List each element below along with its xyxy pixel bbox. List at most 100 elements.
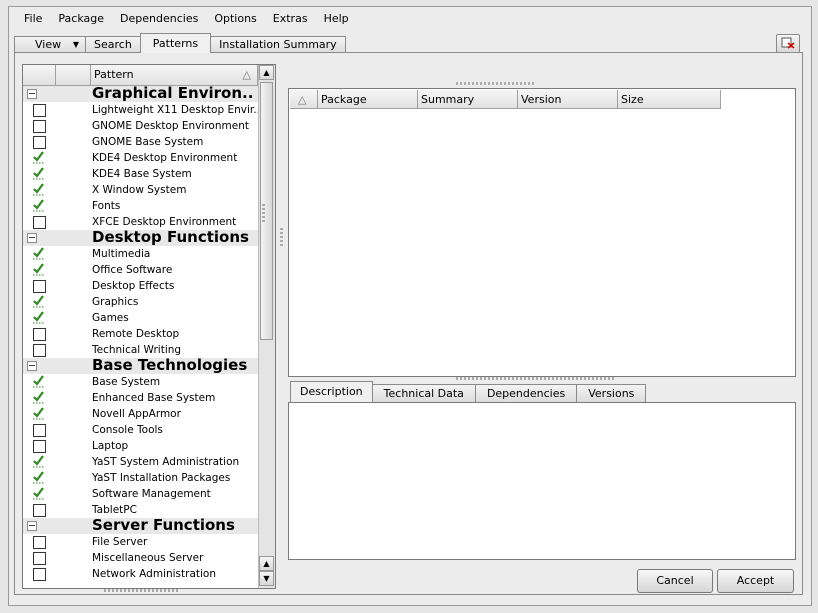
tab-dependencies[interactable]: Dependencies (474, 384, 578, 402)
checkbox[interactable] (33, 280, 46, 293)
checkmark-icon[interactable] (32, 406, 46, 420)
pattern-row[interactable]: KDE4 Base System (23, 166, 258, 182)
checkbox[interactable] (33, 120, 46, 133)
checkmark-icon[interactable] (32, 454, 46, 468)
splitter-grip-middle[interactable] (456, 377, 616, 380)
view-tab-bar: View ▼ Search Patterns Installation Summ… (14, 33, 346, 53)
close-tab-button[interactable] (776, 34, 800, 53)
checkbox[interactable] (33, 440, 46, 453)
collapse-toggle-icon[interactable] (27, 521, 37, 531)
checkmark-icon[interactable] (32, 262, 46, 276)
checkbox[interactable] (33, 216, 46, 229)
pattern-row[interactable]: GNOME Desktop Environment (23, 118, 258, 134)
collapse-toggle-icon[interactable] (27, 233, 37, 243)
menu-options[interactable]: Options (206, 11, 264, 27)
checkbox[interactable] (33, 424, 46, 437)
cancel-button[interactable]: Cancel (637, 569, 713, 593)
checkmark-icon[interactable] (32, 294, 46, 308)
status-column-header[interactable] (23, 65, 56, 85)
description-pane[interactable] (288, 402, 796, 560)
column-version[interactable]: Version (518, 90, 618, 109)
menu-help[interactable]: Help (316, 11, 357, 27)
checkbox[interactable] (33, 104, 46, 117)
checkbox[interactable] (33, 328, 46, 341)
column-size[interactable]: Size (618, 90, 721, 109)
pattern-row[interactable]: X Window System (23, 182, 258, 198)
accept-button[interactable]: Accept (717, 569, 794, 593)
pattern-row[interactable]: Graphics (23, 294, 258, 310)
column-summary[interactable]: Summary (418, 90, 518, 109)
checkmark-icon[interactable] (32, 374, 46, 388)
checkmark-icon[interactable] (32, 470, 46, 484)
menu-package[interactable]: Package (50, 11, 112, 27)
scroll-up-arrow-icon[interactable]: ▲ (259, 65, 274, 80)
pattern-row[interactable]: File Server (23, 534, 258, 550)
pattern-column-header[interactable]: Pattern △ (91, 65, 258, 85)
pattern-row[interactable]: Office Software (23, 262, 258, 278)
menu-extras[interactable]: Extras (265, 11, 316, 27)
splitter-grip-bottom[interactable] (104, 589, 180, 592)
pattern-row[interactable]: Fonts (23, 198, 258, 214)
checkmark-icon[interactable] (32, 182, 46, 196)
checkbox[interactable] (33, 568, 46, 581)
checkbox[interactable] (33, 344, 46, 357)
scroll-down-arrow-icon[interactable]: ▼ (259, 571, 274, 586)
tab-versions[interactable]: Versions (576, 384, 647, 402)
menu-file[interactable]: File (16, 11, 50, 27)
pattern-row[interactable]: Miscellaneous Server (23, 550, 258, 566)
collapse-toggle-icon[interactable] (27, 89, 37, 99)
pattern-row[interactable]: Games (23, 310, 258, 326)
pattern-category[interactable]: Graphical Environ... (23, 84, 258, 102)
checkbox[interactable] (33, 552, 46, 565)
scroll-up-arrow-icon-lower[interactable]: ▲ (259, 556, 274, 571)
pattern-row[interactable]: Remote Desktop (23, 326, 258, 342)
tab-search[interactable]: Search (85, 36, 141, 53)
pattern-row[interactable]: Laptop (23, 438, 258, 454)
checkbox[interactable] (33, 536, 46, 549)
splitter-grip-side[interactable] (262, 202, 265, 222)
pattern-row[interactable]: Network Administration (23, 566, 258, 582)
pattern-row[interactable]: Software Management (23, 486, 258, 502)
pattern-row[interactable]: YaST System Administration (23, 454, 258, 470)
pattern-list[interactable]: Pattern △ Graphical Environ... Lightweigh… (22, 64, 276, 589)
pattern-row[interactable]: Console Tools (23, 422, 258, 438)
menu-dependencies[interactable]: Dependencies (112, 11, 206, 27)
pattern-row[interactable]: Novell AppArmor (23, 406, 258, 422)
pattern-row[interactable]: Base System (23, 374, 258, 390)
view-dropdown-button[interactable]: View ▼ (14, 36, 86, 53)
pattern-row[interactable]: Multimedia (23, 246, 258, 262)
column-package[interactable]: Package (318, 90, 418, 109)
pattern-row[interactable]: Lightweight X11 Desktop Envir... (23, 102, 263, 118)
checkmark-icon[interactable] (32, 198, 46, 212)
pattern-row[interactable]: GNOME Base System (23, 134, 258, 150)
checkbox[interactable] (33, 136, 46, 149)
status-sort-column[interactable]: △ (290, 90, 318, 109)
pattern-list-scrollbar[interactable]: ▲ ▲ ▼ (258, 65, 275, 588)
icon-column-header[interactable] (56, 65, 91, 85)
checkmark-icon[interactable] (32, 486, 46, 500)
package-table[interactable]: △ Package Summary Version Size (288, 88, 796, 377)
pattern-row[interactable]: Desktop Effects (23, 278, 258, 294)
checkmark-icon[interactable] (32, 390, 46, 404)
pattern-category[interactable]: Desktop Functions (23, 228, 258, 246)
tab-technical-data[interactable]: Technical Data (371, 384, 476, 402)
checkmark-icon[interactable] (32, 150, 46, 164)
tab-patterns[interactable]: Patterns (139, 33, 212, 53)
tab-installation-summary[interactable]: Installation Summary (210, 36, 346, 53)
pattern-row[interactable]: Enhanced Base System (23, 390, 258, 406)
pattern-label: Network Administration (92, 568, 217, 580)
collapse-toggle-icon[interactable] (27, 361, 37, 371)
tab-technical-data-label: Technical Data (383, 387, 464, 400)
pattern-row[interactable]: KDE4 Desktop Environment (23, 150, 258, 166)
splitter-grip-vertical[interactable] (280, 226, 283, 246)
splitter-grip-top[interactable] (456, 82, 534, 85)
pattern-label: Graphics (92, 296, 139, 308)
pattern-row[interactable]: YaST Installation Packages (23, 470, 258, 486)
pattern-category[interactable]: Server Functions (23, 516, 258, 534)
checkmark-icon[interactable] (32, 166, 46, 180)
pattern-category[interactable]: Base Technologies (23, 356, 258, 374)
checkmark-icon[interactable] (32, 310, 46, 324)
checkmark-icon[interactable] (32, 246, 46, 260)
checkbox[interactable] (33, 504, 46, 517)
tab-description[interactable]: Description (290, 381, 373, 402)
